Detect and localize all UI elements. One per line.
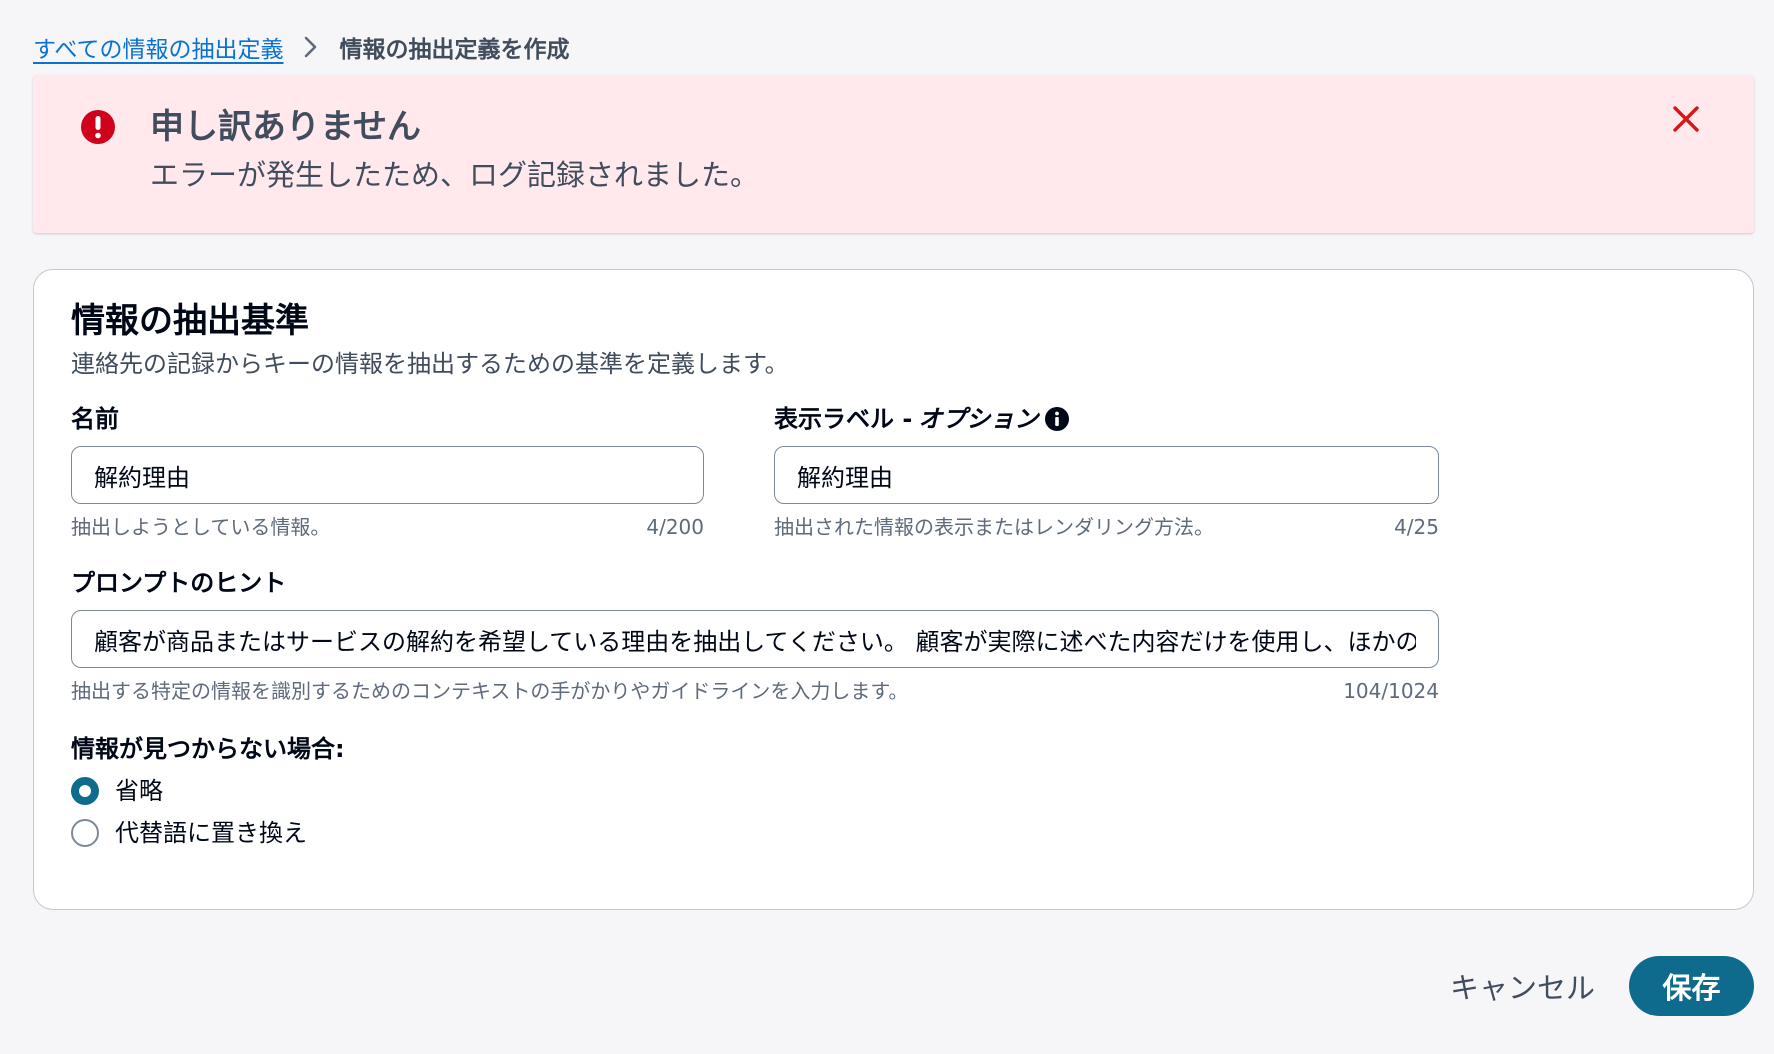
not-found-label: 情報が見つからない場合: (71, 735, 345, 763)
extraction-criteria-container: 情報の抽出基準 連絡先の記録からキーの情報を抽出するための基準を定義します。 名… (33, 269, 1754, 910)
error-alert: 申し訳ありません エラーが発生したため、ログ記録されました。 (33, 75, 1754, 233)
chevron-right-icon (301, 35, 321, 59)
display-label-input[interactable] (774, 446, 1439, 504)
name-char-count: 4/200 (646, 515, 704, 539)
display-label-char-count: 4/25 (1394, 515, 1439, 539)
breadcrumb: すべての情報の抽出定義 情報の抽出定義を作成 (33, 30, 569, 64)
name-field-group: 名前 抽出しようとしている情報。 4/200 (71, 402, 704, 540)
not-found-radio-group: 情報が見つからない場合: 省略 代替語に置き換え (71, 732, 1716, 850)
close-icon (1673, 106, 1699, 132)
cancel-button[interactable]: キャンセル (1450, 965, 1595, 1007)
radio-replace[interactable] (71, 819, 99, 847)
alert-title: 申し訳ありません (150, 107, 421, 147)
breadcrumb-current: 情報の抽出定義を作成 (339, 37, 570, 63)
optional-text: オプション (918, 405, 1039, 433)
dismiss-alert-button[interactable] (1668, 101, 1704, 137)
radio-option-replace[interactable]: 代替語に置き換え (71, 816, 1716, 850)
display-label-label: 表示ラベル - オプション (774, 402, 1439, 436)
info-icon[interactable] (1044, 406, 1070, 432)
prompt-hint-field-group: プロンプトのヒント 抽出する特定の情報を識別するためのコンテキストの手がかりやガ… (71, 566, 1439, 704)
name-label-text: 名前 (71, 405, 119, 433)
display-label-text: 表示ラベル - (774, 405, 913, 433)
prompt-hint-input[interactable] (71, 610, 1439, 668)
radio-replace-label: 代替語に置き換え (115, 819, 307, 847)
radio-omit[interactable] (71, 777, 99, 805)
alert-message: エラーが発生したため、ログ記録されました。 (150, 158, 760, 192)
name-label: 名前 (71, 402, 704, 436)
radio-omit-label: 省略 (115, 777, 163, 805)
display-label-field-group: 表示ラベル - オプション 抽出された情報の表示またはレンダリング方法。 4/2… (774, 402, 1439, 540)
alert-body: 申し訳ありません エラーが発生したため、ログ記録されました。 (150, 103, 759, 233)
name-input[interactable] (71, 446, 704, 504)
prompt-hint-hint: 抽出する特定の情報を識別するためのコンテキストの手がかりやガイドラインを入力しま… (71, 679, 909, 703)
prompt-hint-char-count: 104/1024 (1343, 679, 1439, 703)
name-and-label-row: 名前 抽出しようとしている情報。 4/200 表示ラベル - オプション (71, 402, 1716, 540)
radio-option-omit[interactable]: 省略 (71, 774, 1716, 808)
breadcrumb-link-all-definitions[interactable]: すべての情報の抽出定義 (33, 30, 283, 64)
section-title: 情報の抽出基準 (71, 301, 309, 341)
name-hint: 抽出しようとしている情報。 (71, 515, 331, 539)
display-label-hint: 抽出された情報の表示またはレンダリング方法。 (774, 515, 1214, 539)
page: すべての情報の抽出定義 情報の抽出定義を作成 申し訳ありません エラーが発生した… (0, 0, 1774, 1054)
prompt-hint-label: プロンプトのヒント (71, 566, 1439, 600)
prompt-hint-hint-row: 抽出する特定の情報を識別するためのコンテキストの手がかりやガイドラインを入力しま… (71, 678, 1439, 704)
name-hint-row: 抽出しようとしている情報。 4/200 (71, 514, 704, 540)
section-description: 連絡先の記録からキーの情報を抽出するための基準を定義します。 (71, 350, 789, 378)
form-actions: キャンセル 保存 (1450, 956, 1754, 1016)
display-label-hint-row: 抽出された情報の表示またはレンダリング方法。 4/25 (774, 514, 1439, 540)
save-button[interactable]: 保存 (1629, 956, 1754, 1016)
error-icon (80, 109, 116, 145)
prompt-hint-label-text: プロンプトのヒント (71, 569, 287, 597)
